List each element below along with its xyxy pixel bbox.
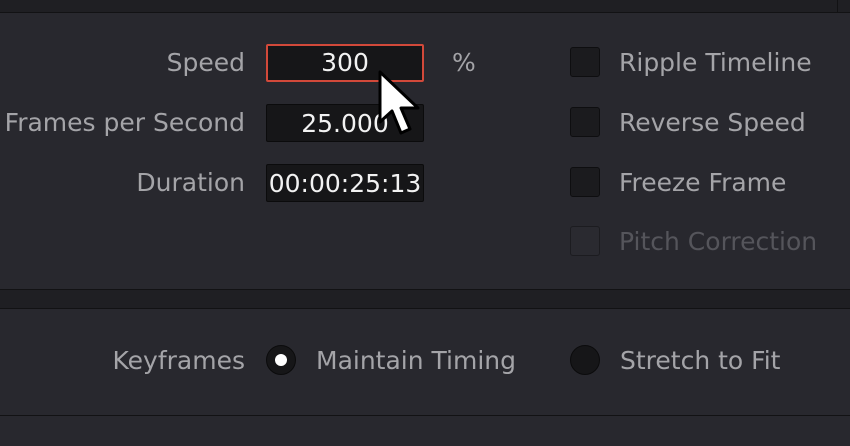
maintain-timing-label[interactable]: Maintain Timing bbox=[316, 346, 516, 376]
freeze-frame-label[interactable]: Freeze Frame bbox=[619, 168, 786, 198]
keyframes-label: Keyframes bbox=[112, 346, 245, 375]
fps-input[interactable]: 25.000 bbox=[266, 104, 424, 142]
freeze-frame-checkbox[interactable] bbox=[570, 167, 600, 197]
panel-bottom bbox=[0, 416, 850, 446]
stretch-to-fit-radio[interactable] bbox=[570, 345, 600, 375]
section-divider bbox=[0, 290, 850, 309]
duration-input[interactable]: 00:00:25:13 bbox=[266, 164, 424, 202]
ripple-timeline-checkbox[interactable] bbox=[570, 47, 600, 77]
reverse-speed-checkbox[interactable] bbox=[570, 107, 600, 137]
retime-speed-panel: Speed 300 % Frames per Second 25.000 Dur… bbox=[0, 0, 850, 446]
speed-input[interactable]: 300 bbox=[266, 44, 424, 82]
pitch-correction-label: Pitch Correction bbox=[619, 227, 818, 256]
fps-label: Frames per Second bbox=[4, 108, 245, 137]
pitch-correction-checkbox bbox=[570, 226, 600, 256]
speed-label: Speed bbox=[166, 48, 245, 77]
speed-unit: % bbox=[452, 48, 476, 77]
duration-label: Duration bbox=[136, 168, 245, 197]
reverse-speed-label[interactable]: Reverse Speed bbox=[619, 108, 806, 138]
panel-top-divider bbox=[0, 0, 850, 13]
maintain-timing-radio[interactable] bbox=[266, 345, 296, 375]
stretch-to-fit-label[interactable]: Stretch to Fit bbox=[620, 346, 780, 376]
panel-corner-divider bbox=[837, 0, 850, 12]
ripple-timeline-label[interactable]: Ripple Timeline bbox=[619, 48, 812, 78]
